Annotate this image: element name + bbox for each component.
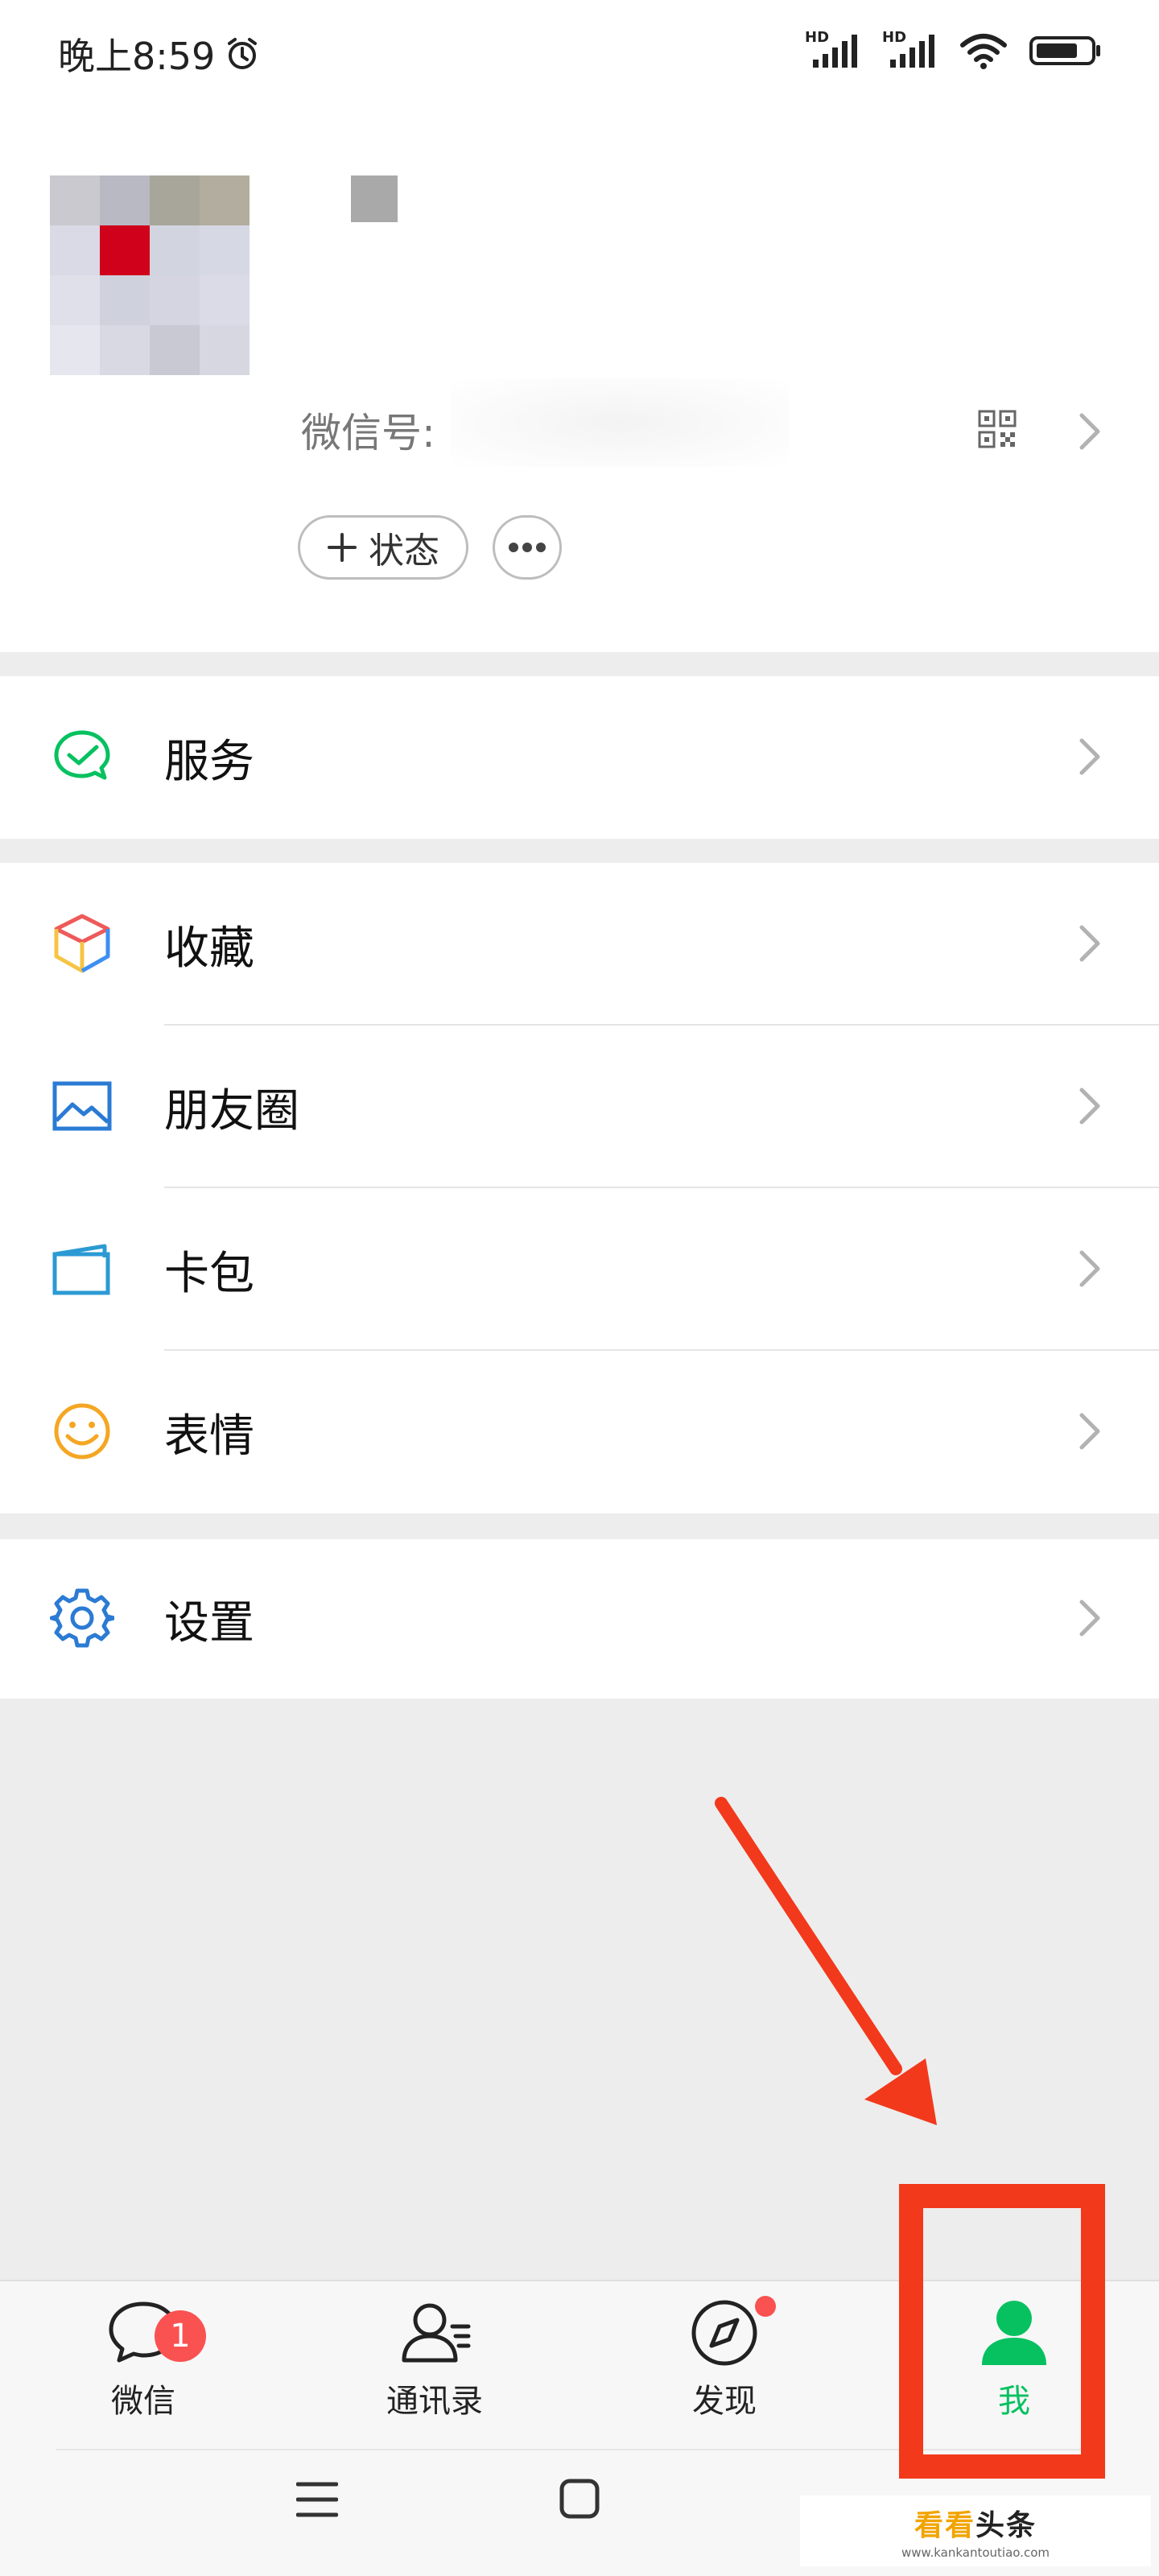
moments-photo-icon [52, 1081, 112, 1131]
menu-item-stickers[interactable]: 表情 [0, 1351, 1159, 1513]
more-button[interactable] [493, 515, 562, 580]
gear-icon [50, 1588, 114, 1648]
collections-section: 收藏 朋友圈 卡包 表情 [0, 863, 1159, 1513]
bottom-tab-bar: 微信 1 通讯录 发现 我 [0, 2280, 1159, 2450]
favorites-label: 收藏 [164, 922, 254, 975]
menu-item-favorites[interactable]: 收藏 [0, 863, 1159, 1026]
favorites-cube-icon [54, 914, 110, 973]
menu-item-cards[interactable]: 卡包 [0, 1188, 1159, 1351]
moments-label: 朋友圈 [164, 1084, 299, 1137]
add-status-label: 状态 [369, 530, 439, 572]
menu-item-services[interactable]: 服务 [0, 676, 1159, 839]
home-square-icon[interactable] [557, 2476, 602, 2521]
nav-divider [56, 2449, 1103, 2450]
tab-discover-label: 发现 [692, 2383, 757, 2420]
watermark-url: www.kankantoutiao.com [901, 2545, 1050, 2560]
card-wallet-icon [52, 1244, 110, 1295]
stickers-label: 表情 [164, 1410, 254, 1463]
settings-label: 设置 [164, 1596, 254, 1649]
me-person-icon [982, 2301, 1046, 2365]
services-icon [54, 730, 110, 780]
menu-item-moments[interactable]: 朋友圈 [0, 1026, 1159, 1188]
plus-icon [328, 533, 357, 562]
signal-icon-2: HD [882, 29, 938, 69]
wechat-id-redacted [451, 378, 789, 467]
unread-badge: 1 [155, 2310, 206, 2362]
watermark-title: 看看头条 [914, 2502, 1037, 2544]
more-dots-icon [509, 543, 546, 552]
status-bar: 晚上8:59 HD HD [0, 0, 1159, 105]
watermark-logo: 看看头条 www.kankantoutiao.com [800, 2496, 1151, 2566]
tab-discover[interactable]: 发现 [644, 2296, 805, 2441]
settings-chevron-icon [1079, 1600, 1100, 1637]
nickname-redacted [351, 175, 398, 222]
signal-icon-1: HD [805, 29, 861, 69]
profile-chevron-icon[interactable] [1077, 411, 1103, 452]
services-label: 服务 [164, 735, 254, 788]
status-icons: HD HD [805, 29, 1103, 69]
contacts-icon [402, 2303, 471, 2363]
stickers-chevron-icon [1079, 1413, 1100, 1450]
services-section: 服务 [0, 676, 1159, 839]
tab-me[interactable]: 我 [934, 2296, 1095, 2441]
qr-code-icon[interactable] [977, 409, 1017, 449]
alarm-icon [228, 38, 258, 69]
wechat-id-label: 微信号: [301, 410, 435, 456]
cards-chevron-icon [1079, 1250, 1100, 1287]
tab-chats[interactable]: 微信 1 [63, 2296, 224, 2441]
services-chevron-icon [1079, 738, 1100, 775]
annotation-arrow-head [864, 2058, 937, 2125]
status-time: 晚上8:59 [58, 27, 260, 80]
compass-icon [691, 2300, 757, 2366]
moments-chevron-icon [1079, 1088, 1100, 1125]
favorites-chevron-icon [1079, 925, 1100, 962]
tab-contacts-label: 通讯录 [386, 2383, 483, 2420]
watermark-brand-b: 头条 [975, 2509, 1037, 2542]
menu-lines-icon[interactable] [296, 2479, 338, 2520]
discover-dot-badge [755, 2296, 776, 2317]
tab-contacts[interactable]: 通讯录 [354, 2296, 515, 2441]
tab-chats-label: 微信 [111, 2383, 175, 2420]
avatar[interactable] [50, 175, 250, 375]
wifi-icon [960, 34, 1007, 69]
settings-section: 设置 [0, 1539, 1159, 1699]
tab-me-label: 我 [998, 2383, 1030, 2420]
add-status-button[interactable]: 状态 [298, 515, 468, 580]
battery-icon [1029, 36, 1100, 65]
status-time-text: 晚上8:59 [58, 35, 216, 78]
watermark-brand-a: 看看 [914, 2509, 975, 2542]
cards-label: 卡包 [164, 1247, 254, 1300]
menu-item-settings[interactable]: 设置 [0, 1539, 1159, 1699]
smiley-icon [54, 1403, 110, 1459]
annotation-arrow-shaft [715, 1797, 902, 2075]
